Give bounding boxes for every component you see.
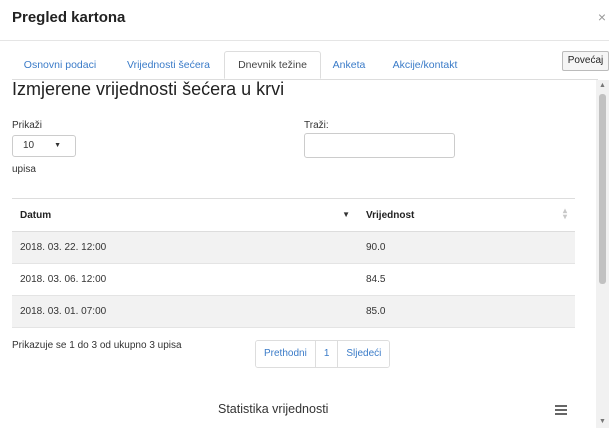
page-length-select[interactable]: 10 ▼ bbox=[12, 135, 76, 157]
sort-both-icon: ▴ ▾ bbox=[562, 206, 567, 221]
tab-vrijednosti-secera[interactable]: Vrijednosti šećera bbox=[115, 51, 222, 79]
expand-button[interactable]: Povećaj bbox=[562, 51, 609, 71]
table-row: 2018. 03. 06. 12:00 84.5 bbox=[12, 263, 575, 296]
column-header-label: Vrijednost bbox=[366, 209, 415, 221]
table-row: 2018. 03. 22. 12:00 90.0 bbox=[12, 231, 575, 264]
scrollbar-thumb[interactable] bbox=[599, 94, 606, 284]
header-divider bbox=[0, 40, 609, 41]
column-header-datum[interactable]: Datum ▼ bbox=[12, 198, 358, 232]
modal-title: Pregled kartona bbox=[12, 9, 126, 26]
tab-dnevnik-tezine[interactable]: Dnevnik težine bbox=[224, 51, 321, 79]
table-info: Prikazuje se 1 do 3 od ukupno 3 upisa bbox=[12, 340, 182, 351]
column-header-vrijednost[interactable]: Vrijednost ▴ ▾ bbox=[358, 198, 575, 232]
statistics-title: Statistika vrijednosti bbox=[218, 402, 329, 416]
caret-down-icon: ▼ bbox=[54, 142, 61, 149]
section-title: Izmjerene vrijednosti šećera u krvi bbox=[12, 79, 285, 99]
tab-osnovni-podaci[interactable]: Osnovni podaci bbox=[12, 51, 108, 79]
pagination: Prethodni 1 Sljedeći bbox=[255, 340, 391, 368]
sort-descending-icon: ▼ bbox=[342, 210, 350, 219]
cell-value: 90.0 bbox=[358, 231, 575, 264]
page-length-value: 10 bbox=[23, 140, 35, 151]
tab-bar: Osnovni podaci Vrijednosti šećera Dnevni… bbox=[12, 51, 598, 80]
cell-date: 2018. 03. 22. 12:00 bbox=[12, 231, 358, 264]
close-icon[interactable]: × bbox=[598, 9, 606, 25]
data-table: Datum ▼ Vrijednost ▴ ▾ 2018. 03. 22. 12:0… bbox=[12, 198, 575, 328]
cell-value: 85.0 bbox=[358, 295, 575, 328]
scroll-down-arrow-icon[interactable]: ▼ bbox=[596, 416, 609, 428]
scrollbar[interactable]: ▲ ▼ bbox=[596, 80, 609, 428]
cell-value: 84.5 bbox=[358, 263, 575, 296]
show-label: Prikaži bbox=[12, 120, 43, 131]
hamburger-menu-icon[interactable] bbox=[555, 405, 567, 415]
search-input[interactable] bbox=[304, 133, 455, 158]
table-row: 2018. 03. 01. 07:00 85.0 bbox=[12, 295, 575, 328]
cell-date: 2018. 03. 01. 07:00 bbox=[12, 295, 358, 328]
page-1-button[interactable]: 1 bbox=[315, 341, 339, 367]
scroll-up-arrow-icon[interactable]: ▲ bbox=[596, 80, 609, 92]
next-page-button[interactable]: Sljedeći bbox=[338, 341, 390, 367]
search-label: Traži: bbox=[304, 120, 329, 131]
tab-anketa[interactable]: Anketa bbox=[324, 51, 374, 79]
prev-page-button[interactable]: Prethodni bbox=[256, 341, 316, 367]
column-header-label: Datum bbox=[20, 209, 52, 221]
table-header-row: Datum ▼ Vrijednost ▴ ▾ bbox=[12, 198, 575, 232]
tab-akcije-kontakt[interactable]: Akcije/kontakt bbox=[379, 51, 471, 79]
cell-date: 2018. 03. 06. 12:00 bbox=[12, 263, 358, 296]
entries-label: upisa bbox=[12, 164, 36, 175]
